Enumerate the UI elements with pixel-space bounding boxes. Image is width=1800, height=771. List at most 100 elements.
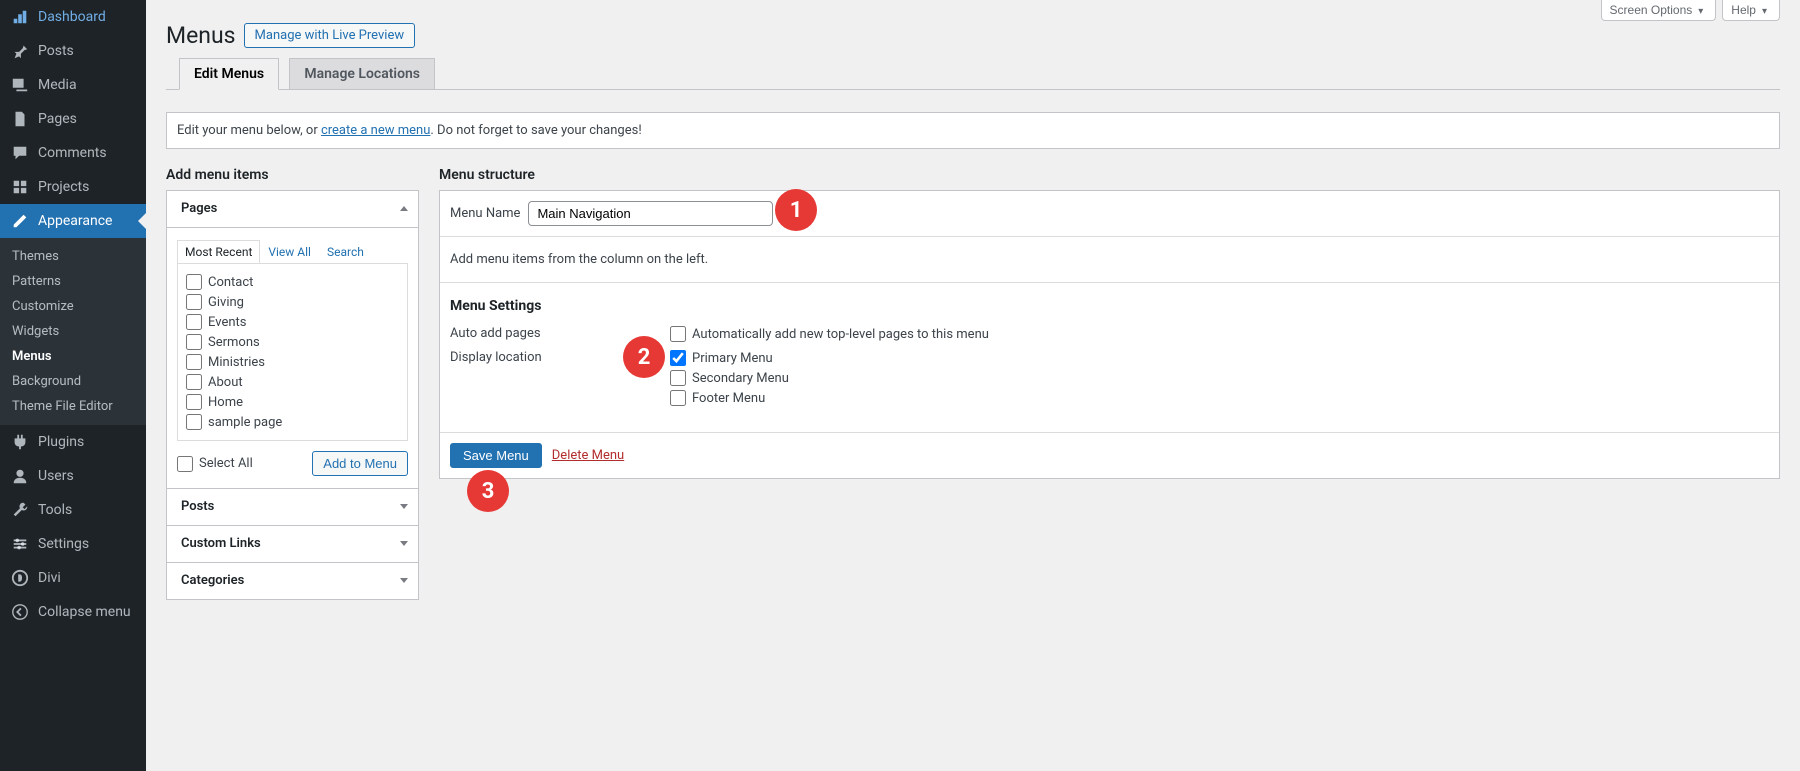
- page-check-contact[interactable]: Contact: [186, 272, 399, 292]
- collapse-icon: [10, 602, 30, 622]
- page-check-home[interactable]: Home: [186, 392, 399, 412]
- plugin-icon: [10, 432, 30, 452]
- location-primary-checkbox[interactable]: [670, 350, 686, 366]
- annotation-1: 1: [775, 189, 817, 231]
- page-check-events[interactable]: Events: [186, 312, 399, 332]
- menu-settings-title: Menu Settings: [450, 298, 1769, 314]
- sidebar-label: Projects: [38, 179, 89, 195]
- checkbox[interactable]: [186, 334, 202, 350]
- custom-links-panel-header[interactable]: Custom Links: [167, 526, 418, 562]
- sidebar-item-tools[interactable]: Tools: [0, 493, 146, 527]
- sidebar-label: Pages: [38, 111, 77, 127]
- mini-tab-most-recent[interactable]: Most Recent: [177, 240, 260, 263]
- menu-structure-title: Menu structure: [439, 167, 1780, 183]
- appearance-icon: [10, 211, 30, 231]
- page-check-ministries[interactable]: Ministries: [186, 352, 399, 372]
- auto-add-pages-checkbox[interactable]: [670, 326, 686, 342]
- annotation-3: 3: [467, 470, 509, 512]
- page-check-sample-page[interactable]: sample page: [186, 412, 399, 432]
- sidebar-item-settings[interactable]: Settings: [0, 527, 146, 561]
- posts-panel-header[interactable]: Posts: [167, 489, 418, 525]
- sidebar-item-divi[interactable]: Divi: [0, 561, 146, 595]
- checkbox[interactable]: [186, 414, 202, 430]
- edit-menu-notice: Edit your menu below, or create a new me…: [166, 112, 1780, 149]
- sidebar-label: Plugins: [38, 434, 84, 450]
- submenu-widgets[interactable]: Widgets: [0, 319, 146, 344]
- categories-panel-header[interactable]: Categories: [167, 563, 418, 599]
- sidebar-item-plugins[interactable]: Plugins: [0, 425, 146, 459]
- submenu-theme-file-editor[interactable]: Theme File Editor: [0, 394, 146, 419]
- caret-up-icon: [400, 206, 408, 211]
- custom-links-panel-title: Custom Links: [181, 536, 261, 551]
- notice-pre: Edit your menu below, or: [177, 123, 321, 138]
- caret-down-icon: [400, 541, 408, 546]
- checkbox[interactable]: [186, 274, 202, 290]
- mini-tab-view-all[interactable]: View All: [260, 240, 319, 263]
- sidebar-item-users[interactable]: Users: [0, 459, 146, 493]
- tab-manage-locations[interactable]: Manage Locations: [289, 58, 435, 89]
- create-new-menu-link[interactable]: create a new menu: [321, 123, 430, 138]
- location-footer[interactable]: Footer Menu: [670, 390, 789, 406]
- page-title: Menus: [166, 22, 236, 49]
- menu-footer: Save Menu Delete Menu 3: [440, 432, 1779, 478]
- submenu-themes[interactable]: Themes: [0, 244, 146, 269]
- select-all[interactable]: Select All: [177, 454, 253, 474]
- sidebar-item-appearance[interactable]: Appearance: [0, 204, 146, 238]
- location-secondary[interactable]: Secondary Menu: [670, 370, 789, 386]
- page-check-giving[interactable]: Giving: [186, 292, 399, 312]
- sidebar-item-posts[interactable]: Posts: [0, 34, 146, 68]
- page-check-about[interactable]: About: [186, 372, 399, 392]
- checkbox[interactable]: [186, 294, 202, 310]
- sidebar-item-dashboard[interactable]: Dashboard: [0, 0, 146, 34]
- submenu-background[interactable]: Background: [0, 369, 146, 394]
- dashboard-icon: [10, 7, 30, 27]
- divi-icon: [10, 568, 30, 588]
- location-footer-checkbox[interactable]: [670, 390, 686, 406]
- sidebar-item-projects[interactable]: Projects: [0, 170, 146, 204]
- select-all-checkbox[interactable]: [177, 456, 193, 472]
- mini-tab-search[interactable]: Search: [319, 240, 372, 263]
- sidebar-label: Appearance: [38, 213, 112, 229]
- main-content: Screen Options Help Menus Manage with Li…: [146, 0, 1800, 640]
- sidebar-label: Settings: [38, 536, 89, 552]
- categories-panel: Categories: [166, 563, 419, 600]
- sidebar-label: Media: [38, 77, 77, 93]
- tools-icon: [10, 500, 30, 520]
- user-icon: [10, 466, 30, 486]
- sidebar-item-comments[interactable]: Comments: [0, 136, 146, 170]
- checkbox[interactable]: [186, 314, 202, 330]
- manage-live-preview-button[interactable]: Manage with Live Preview: [244, 23, 416, 48]
- tab-edit-menus[interactable]: Edit Menus: [179, 58, 279, 90]
- collapse-menu[interactable]: Collapse menu: [0, 595, 146, 629]
- submenu-patterns[interactable]: Patterns: [0, 269, 146, 294]
- sidebar-item-pages[interactable]: Pages: [0, 102, 146, 136]
- pages-panel-header[interactable]: Pages: [167, 191, 418, 228]
- sidebar-item-media[interactable]: Media: [0, 68, 146, 102]
- page-check-sermons[interactable]: Sermons: [186, 332, 399, 352]
- sidebar-label: Tools: [38, 502, 72, 518]
- menu-settings: Menu Settings Auto add pages Automatical…: [440, 282, 1779, 432]
- menu-name-row: Menu Name 1: [440, 191, 1779, 237]
- auto-add-pages-checkbox-label[interactable]: Automatically add new top-level pages to…: [670, 326, 989, 342]
- sidebar-label: Posts: [38, 43, 74, 59]
- location-primary[interactable]: Primary Menu: [670, 350, 789, 366]
- pages-checklist: Contact Giving Events Sermons Ministries…: [177, 264, 408, 441]
- menu-name-input[interactable]: [528, 201, 773, 226]
- location-secondary-checkbox[interactable]: [670, 370, 686, 386]
- submenu-menus[interactable]: Menus: [0, 344, 146, 369]
- projects-icon: [10, 177, 30, 197]
- comment-icon: [10, 143, 30, 163]
- settings-icon: [10, 534, 30, 554]
- checkbox[interactable]: [186, 394, 202, 410]
- caret-down-icon: [400, 504, 408, 509]
- submenu-customize[interactable]: Customize: [0, 294, 146, 319]
- delete-menu-link[interactable]: Delete Menu: [552, 448, 624, 463]
- save-menu-button[interactable]: Save Menu: [450, 443, 542, 468]
- sidebar-label: Users: [38, 468, 74, 484]
- checkbox[interactable]: [186, 374, 202, 390]
- posts-panel-title: Posts: [181, 499, 214, 514]
- pages-panel: Pages Most Recent View All Search Contac…: [166, 190, 419, 489]
- appearance-submenu: Themes Patterns Customize Widgets Menus …: [0, 238, 146, 425]
- checkbox[interactable]: [186, 354, 202, 370]
- add-to-menu-button[interactable]: Add to Menu: [312, 451, 408, 476]
